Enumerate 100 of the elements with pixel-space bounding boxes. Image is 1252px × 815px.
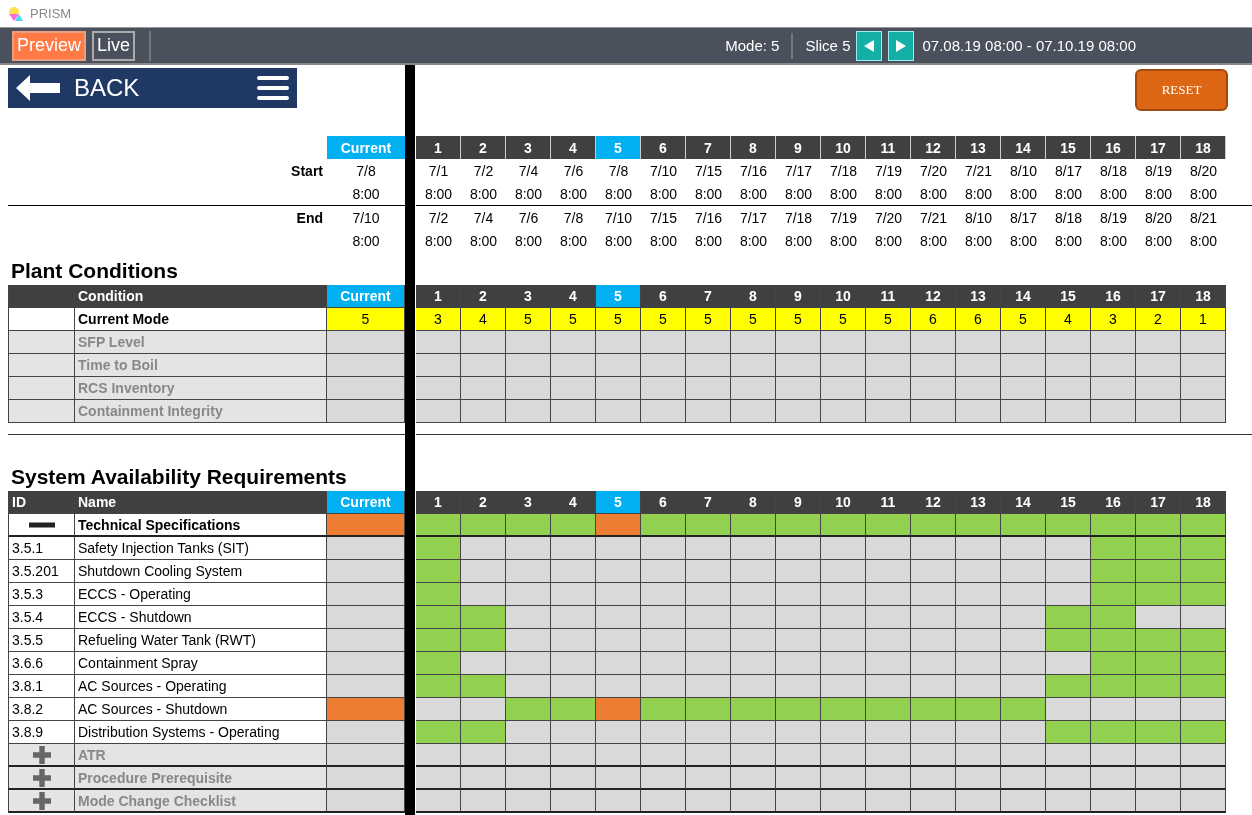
- slice-column-header[interactable]: 8: [731, 491, 776, 514]
- slice-column-header[interactable]: 2: [461, 285, 506, 308]
- table-cell: 5: [686, 308, 731, 331]
- slice-column-header[interactable]: 8: [731, 285, 776, 308]
- time-text: 8:00: [603, 184, 634, 204]
- slice-column-header[interactable]: 11: [866, 136, 911, 159]
- slice-column-header[interactable]: 13: [956, 136, 1001, 159]
- slice-column-header[interactable]: 13: [956, 491, 1001, 514]
- collapse-button[interactable]: [28, 521, 55, 528]
- time-text: 8:00: [1143, 184, 1174, 204]
- slice-column-header[interactable]: 11: [866, 285, 911, 308]
- table-cell: 5: [821, 308, 866, 331]
- slice-column-header[interactable]: 9: [776, 491, 821, 514]
- slice-column-header[interactable]: 1: [416, 491, 461, 514]
- slice-column-header[interactable]: 13: [956, 285, 1001, 308]
- table-cell: 3.8.1: [8, 675, 75, 698]
- date-text: 7/16: [738, 161, 769, 181]
- slice-column-header[interactable]: 7: [686, 491, 731, 514]
- table-cell: 6: [956, 308, 1001, 331]
- slice-column-header[interactable]: 17: [1136, 136, 1181, 159]
- slice-column-header[interactable]: 18: [1181, 136, 1226, 159]
- slice-column-header[interactable]: 8: [731, 136, 776, 159]
- slice-column-header[interactable]: 14: [1001, 491, 1046, 514]
- slice-column-header[interactable]: 7: [686, 285, 731, 308]
- slice-column-header[interactable]: 1: [416, 285, 461, 308]
- slice-column-header[interactable]: 9: [776, 136, 821, 159]
- slice-column-header[interactable]: 15: [1046, 136, 1091, 159]
- slice-column-header[interactable]: 14: [1001, 136, 1046, 159]
- slice-column-header[interactable]: 16: [1091, 136, 1136, 159]
- date-text: 8/19: [1098, 208, 1129, 228]
- section-title: Plant Conditions: [10, 259, 178, 284]
- app-logo-icon: [8, 5, 24, 22]
- expand-button[interactable]: [32, 768, 51, 787]
- date-text: 7/6: [562, 161, 585, 181]
- slice-column-header[interactable]: 4: [551, 285, 596, 308]
- table-cell: 3.5.4: [8, 606, 75, 629]
- back-button[interactable]: BACK: [8, 68, 297, 108]
- slice-column-header[interactable]: 18: [1181, 491, 1226, 514]
- table-cell: 2: [1136, 308, 1181, 331]
- time-text: 8:00: [873, 231, 904, 251]
- date-text: 7/18: [828, 161, 859, 181]
- table-cell: 3.5.201: [8, 560, 75, 583]
- slice-column-header[interactable]: 12: [911, 491, 956, 514]
- slice-column-header[interactable]: 3: [506, 285, 551, 308]
- condition-label: Time to Boil: [75, 354, 327, 377]
- time-text: 8:00: [648, 184, 679, 204]
- slice-column-header[interactable]: 15: [1046, 491, 1091, 514]
- expand-button[interactable]: [32, 745, 51, 764]
- slice-column-header[interactable]: 10: [821, 491, 866, 514]
- table-cell: Safety Injection Tanks (SIT): [75, 537, 327, 560]
- mode-toggle-button[interactable]: Live: [92, 30, 136, 61]
- table-cell: 5: [1001, 308, 1046, 331]
- time-text: 8:00: [1053, 184, 1084, 204]
- mode-label: Mode: 5: [725, 37, 780, 54]
- slice-column-header[interactable]: 16: [1091, 285, 1136, 308]
- slice-column-header[interactable]: 16: [1091, 491, 1136, 514]
- slice-column-header[interactable]: 12: [911, 136, 956, 159]
- column-header: Current: [327, 491, 405, 514]
- column-header: Name: [75, 491, 327, 514]
- slice-column-header[interactable]: 18: [1181, 285, 1226, 308]
- condition-label: Current Mode: [75, 308, 327, 331]
- slice-column-header[interactable]: 6: [641, 285, 686, 308]
- slice-column-header[interactable]: 3: [506, 491, 551, 514]
- slice-column-header[interactable]: 17: [1136, 491, 1181, 514]
- table-cell: Shutdown Cooling System: [75, 560, 327, 583]
- slice-column-header[interactable]: 4: [551, 491, 596, 514]
- date-text: 8/18: [1098, 161, 1129, 181]
- reset-button[interactable]: RESET: [1135, 69, 1228, 111]
- slice-column-header[interactable]: 17: [1136, 285, 1181, 308]
- date-text: 7/17: [783, 161, 814, 181]
- next-slice-button[interactable]: [888, 30, 915, 61]
- time-text: 8:00: [693, 184, 724, 204]
- slice-column-header[interactable]: 10: [821, 136, 866, 159]
- time-text: 8:00: [693, 231, 724, 251]
- table-cell: 6: [911, 308, 956, 331]
- time-text: 8:00: [783, 184, 814, 204]
- time-text: 8:00: [558, 184, 589, 204]
- slice-column-header[interactable]: 4: [551, 136, 596, 159]
- slice-column-header[interactable]: 6: [641, 136, 686, 159]
- slice-column-header[interactable]: 12: [911, 285, 956, 308]
- table-cell: 5: [776, 308, 821, 331]
- slice-column-header[interactable]: 14: [1001, 285, 1046, 308]
- table-cell: 3: [416, 308, 461, 331]
- slice-column-header[interactable]: 15: [1046, 285, 1091, 308]
- slice-column-header[interactable]: 9: [776, 285, 821, 308]
- time-text: 8:00: [1098, 184, 1129, 204]
- slice-column-header[interactable]: 11: [866, 491, 911, 514]
- slice-column-header[interactable]: 6: [641, 491, 686, 514]
- group-label: Technical Specifications: [75, 514, 327, 537]
- slice-column-header[interactable]: 10: [821, 285, 866, 308]
- time-text: 8:00: [1008, 184, 1039, 204]
- slice-column-header[interactable]: 7: [686, 136, 731, 159]
- previous-slice-button[interactable]: [856, 30, 883, 61]
- slice-column-header[interactable]: 1: [416, 136, 461, 159]
- expand-button[interactable]: [32, 791, 51, 810]
- table-cell: 5: [731, 308, 776, 331]
- date-text: 7/17: [738, 208, 769, 228]
- slice-column-header[interactable]: 2: [461, 136, 506, 159]
- slice-column-header[interactable]: 3: [506, 136, 551, 159]
- slice-column-header[interactable]: 2: [461, 491, 506, 514]
